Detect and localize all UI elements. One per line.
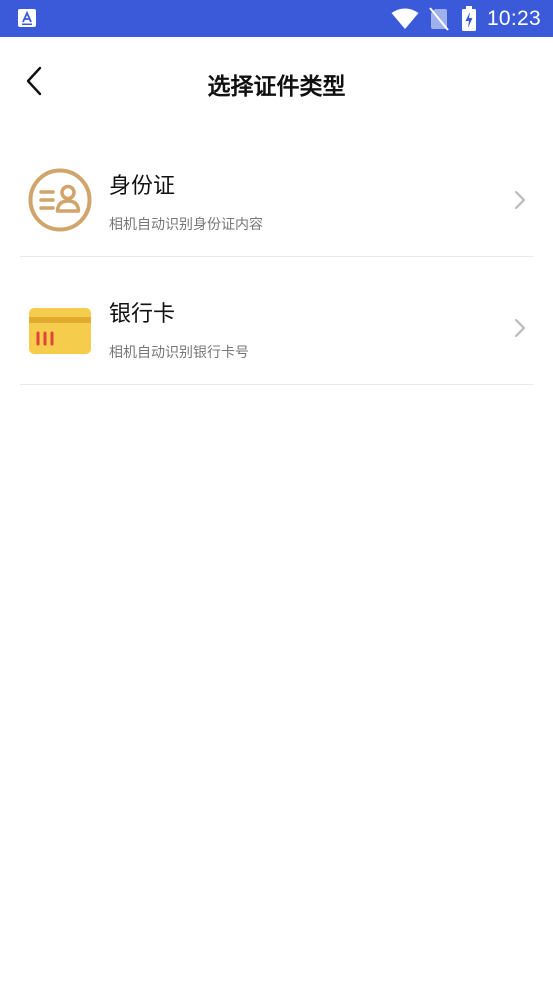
page-title: 选择证件类型: [207, 74, 346, 100]
item-subtitle: 相机自动识别身份证内容: [109, 217, 263, 233]
document-type-list: 身份证 相机自动识别身份证内容 银行卡 相机自动识别银行卡号: [20, 137, 533, 393]
battery-charging-icon: [461, 5, 477, 32]
bank-card-icon: [28, 296, 92, 360]
screen: 10:23 选择证件类型 身份证 相机自动识别身份证内容 银行卡 相机自动识别银…: [0, 0, 553, 983]
chevron-right-icon: [513, 317, 527, 339]
id-card-icon: [28, 168, 92, 232]
list-item-bank-card[interactable]: 银行卡 相机自动识别银行卡号: [20, 265, 533, 385]
item-subtitle: 相机自动识别银行卡号: [109, 345, 249, 361]
status-icons: 10:23: [391, 0, 541, 37]
item-title: 身份证: [109, 174, 176, 199]
chevron-right-icon: [513, 189, 527, 211]
status-bar: 10:23: [0, 0, 553, 37]
item-title: 银行卡: [109, 302, 176, 327]
app-notification-icon: [18, 9, 36, 27]
status-time: 10:23: [486, 6, 541, 30]
header: 选择证件类型: [0, 37, 553, 129]
wifi-icon: [391, 8, 419, 30]
list-item-id-card[interactable]: 身份证 相机自动识别身份证内容: [20, 137, 533, 257]
no-sim-icon: [429, 6, 449, 31]
